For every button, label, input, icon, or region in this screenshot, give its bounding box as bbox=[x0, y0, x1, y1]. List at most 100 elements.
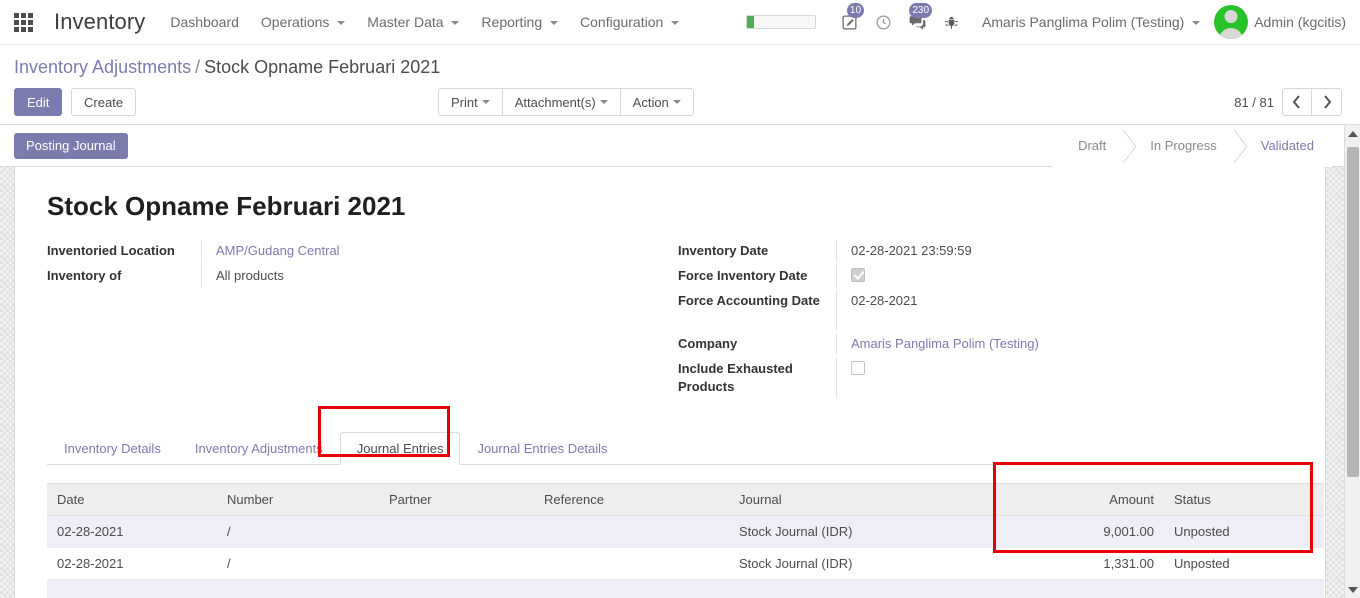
scrollbar-thumb[interactable] bbox=[1347, 147, 1359, 477]
field-inventory-date: Inventory Date 02-28-2021 23:59:59 bbox=[678, 240, 1305, 262]
column-header-status[interactable]: Status bbox=[1164, 483, 1324, 516]
company-switcher[interactable]: Amaris Panglima Polim (Testing) bbox=[968, 14, 1210, 30]
chevron-down-icon bbox=[481, 100, 490, 104]
stage-validated[interactable]: Validated bbox=[1234, 124, 1332, 167]
cell-partner bbox=[379, 515, 534, 548]
menu-item-reporting[interactable]: Reporting bbox=[470, 2, 569, 42]
breadcrumb: Inventory Adjustments / Stock Opname Febru… bbox=[0, 45, 1360, 78]
user-menu[interactable]: Admin (kgcitis) bbox=[1254, 14, 1352, 30]
cell-amount: 1,331.00 bbox=[999, 547, 1164, 580]
chevron-down-icon bbox=[672, 100, 681, 104]
scroll-up-arrow-icon[interactable] bbox=[1345, 125, 1360, 142]
progress-bar-widget[interactable] bbox=[746, 15, 817, 29]
column-header-reference[interactable]: Reference bbox=[534, 483, 729, 516]
statusbar-row: Posting Journal Draft In Progress Valida… bbox=[0, 124, 1360, 167]
cell-amount: 9,001.00 bbox=[999, 515, 1164, 548]
stage-draft[interactable]: Draft bbox=[1052, 124, 1125, 167]
cell-number: / bbox=[217, 515, 379, 548]
menu-item-master-data[interactable]: Master Data bbox=[356, 2, 470, 42]
cell-partner bbox=[379, 547, 534, 580]
field-force-accounting-date: Force Accounting Date 02-28-2021 bbox=[678, 290, 1305, 330]
field-inventoried-location: Inventoried Location AMP/Gudang Central bbox=[47, 240, 676, 262]
field-label: Inventoried Location bbox=[47, 243, 175, 258]
cell-number: / bbox=[217, 547, 379, 580]
posting-journal-button[interactable]: Posting Journal bbox=[14, 132, 128, 159]
field-include-exhausted-products: Include Exhausted Products bbox=[678, 358, 1305, 398]
menu-item-configuration[interactable]: Configuration bbox=[569, 2, 690, 42]
field-label: Company bbox=[677, 336, 738, 351]
pager-next-button[interactable] bbox=[1312, 88, 1342, 116]
column-header-journal[interactable]: Journal bbox=[729, 483, 999, 516]
cell-status: Unposted bbox=[1164, 547, 1324, 580]
main-menu: Dashboard Operations Master Data Reporti… bbox=[159, 2, 690, 42]
notebook: Inventory Details Inventory Adjustments … bbox=[35, 431, 1305, 465]
table-header-row: Date Number Partner Reference Journal Am… bbox=[47, 483, 1324, 516]
field-value-force-accounting-date[interactable]: 02-28-2021 bbox=[835, 290, 1305, 330]
field-value-inventory-of[interactable]: All products bbox=[201, 265, 676, 287]
tab-journal-entries-details[interactable]: Journal Entries Details bbox=[460, 432, 624, 465]
vertical-scrollbar[interactable] bbox=[1344, 125, 1360, 598]
form-scroll-area: Stock Opname Februari 2021 Inventoried L… bbox=[0, 167, 1344, 598]
cell-journal: Stock Journal (IDR) bbox=[729, 515, 999, 548]
field-inventory-of: Inventory of All products bbox=[47, 265, 676, 287]
control-panel-buttons: Edit Create Print Attachment(s) Action 8… bbox=[0, 88, 1360, 120]
cell-date: 02-28-2021 bbox=[47, 515, 217, 548]
menu-label: Configuration bbox=[580, 14, 664, 30]
table-filler-row bbox=[47, 579, 1324, 598]
column-header-partner[interactable]: Partner bbox=[379, 483, 534, 516]
breadcrumb-separator: / bbox=[195, 57, 201, 77]
stage-in-progress[interactable]: In Progress bbox=[1124, 124, 1235, 167]
notebook-tabs: Inventory Details Inventory Adjustments … bbox=[47, 431, 1305, 465]
scroll-down-arrow-icon[interactable] bbox=[1345, 581, 1360, 598]
field-value-inventoried-location[interactable]: AMP/Gudang Central bbox=[201, 240, 676, 262]
field-label: Force Accounting Date bbox=[677, 293, 820, 308]
cell-reference bbox=[534, 547, 729, 580]
menu-item-operations[interactable]: Operations bbox=[250, 2, 356, 42]
field-label: Force Inventory Date bbox=[677, 268, 808, 283]
edit-button[interactable]: Edit bbox=[14, 88, 63, 116]
action-dropdown-button[interactable]: Action bbox=[620, 88, 694, 116]
chevron-down-icon bbox=[550, 21, 559, 26]
page-title: Stock Opname Februari 2021 bbox=[47, 191, 406, 221]
pager-count: 81 / 81 bbox=[1234, 94, 1274, 110]
checkbox-include-exhausted-products[interactable] bbox=[850, 361, 865, 375]
attachments-label: Attachment(s) bbox=[514, 94, 596, 110]
cell-status: Unposted bbox=[1164, 515, 1324, 548]
tab-inventory-adjustments[interactable]: Inventory Adjustments bbox=[178, 432, 340, 465]
tab-journal-entries[interactable]: Journal Entries bbox=[339, 432, 461, 465]
journal-entries-table: Date Number Partner Reference Journal Am… bbox=[47, 483, 1324, 598]
avatar[interactable] bbox=[1214, 5, 1249, 39]
bug-icon[interactable] bbox=[934, 7, 968, 37]
form-groups: Inventoried Location AMP/Gudang Central … bbox=[35, 240, 1305, 401]
pager-previous-button[interactable] bbox=[1282, 88, 1312, 116]
chevron-down-icon bbox=[451, 21, 460, 26]
create-button[interactable]: Create bbox=[71, 88, 137, 116]
field-label: Inventory of bbox=[47, 268, 122, 283]
attachments-dropdown-button[interactable]: Attachment(s) bbox=[502, 88, 621, 116]
column-header-number[interactable]: Number bbox=[217, 483, 379, 516]
clock-icon[interactable] bbox=[866, 7, 900, 37]
tab-inventory-details[interactable]: Inventory Details bbox=[47, 432, 178, 465]
messages-badge: 230 bbox=[909, 3, 933, 18]
table-row[interactable]: 02-28-2021 / Stock Journal (IDR) 9,001.0… bbox=[47, 515, 1324, 548]
form-column-left: Inventoried Location AMP/Gudang Central … bbox=[47, 240, 676, 401]
field-label: Inventory Date bbox=[677, 243, 769, 258]
messages-button[interactable]: 230 bbox=[900, 3, 934, 37]
chevron-down-icon bbox=[599, 100, 608, 104]
field-value-include-exhausted-products bbox=[835, 358, 1305, 398]
table-row[interactable]: 02-28-2021 / Stock Journal (IDR) 1,331.0… bbox=[47, 547, 1324, 580]
print-dropdown-button[interactable]: Print bbox=[438, 88, 503, 116]
field-value-company[interactable]: Amaris Panglima Polim (Testing) bbox=[835, 333, 1305, 355]
field-value-inventory-date[interactable]: 02-28-2021 23:59:59 bbox=[835, 240, 1305, 262]
breadcrumb-link-inventory-adjustments[interactable]: Inventory Adjustments bbox=[14, 57, 191, 77]
action-button-group: Print Attachment(s) Action bbox=[438, 88, 694, 116]
field-label: Include Exhausted Products bbox=[677, 361, 793, 394]
activities-button[interactable]: 10 bbox=[832, 3, 866, 37]
column-header-date[interactable]: Date bbox=[47, 483, 217, 516]
app-brand-inventory[interactable]: Inventory bbox=[44, 9, 159, 35]
menu-item-dashboard[interactable]: Dashboard bbox=[159, 2, 250, 42]
company-name: Amaris Panglima Polim (Testing) bbox=[982, 14, 1185, 30]
apps-grid-icon[interactable] bbox=[10, 12, 36, 32]
column-header-amount[interactable]: Amount bbox=[999, 483, 1164, 516]
checkbox-force-inventory-date[interactable] bbox=[850, 268, 865, 282]
